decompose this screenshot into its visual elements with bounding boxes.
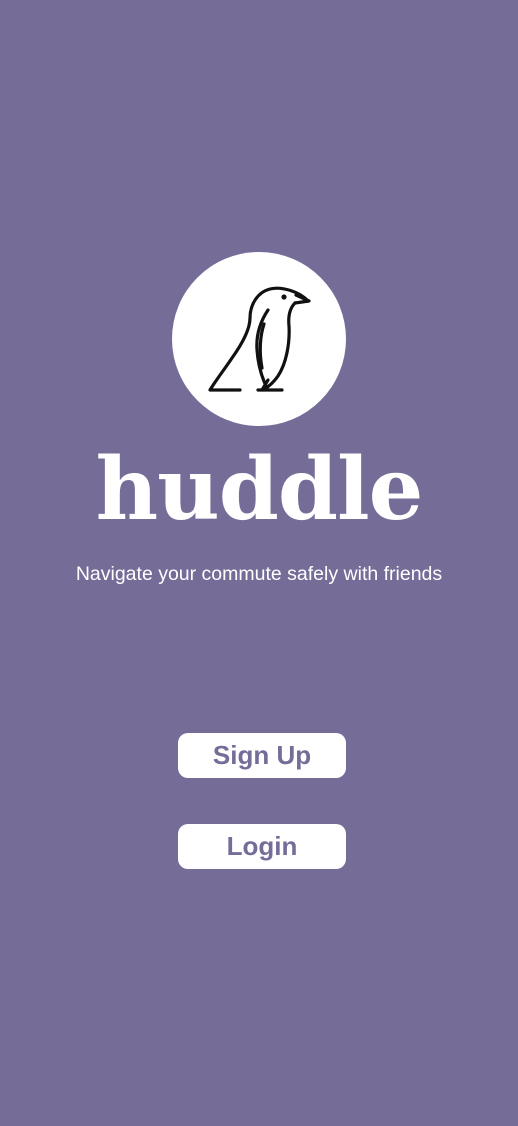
app-tagline: Navigate your commute safely with friend… — [75, 563, 443, 585]
welcome-screen: huddle Navigate your commute safely with… — [0, 0, 518, 1126]
sign-up-button[interactable]: Sign Up — [178, 733, 346, 778]
logo-badge — [172, 252, 346, 426]
penguin-icon — [208, 286, 311, 392]
login-button[interactable]: Login — [178, 824, 346, 869]
app-title: huddle — [95, 439, 424, 540]
